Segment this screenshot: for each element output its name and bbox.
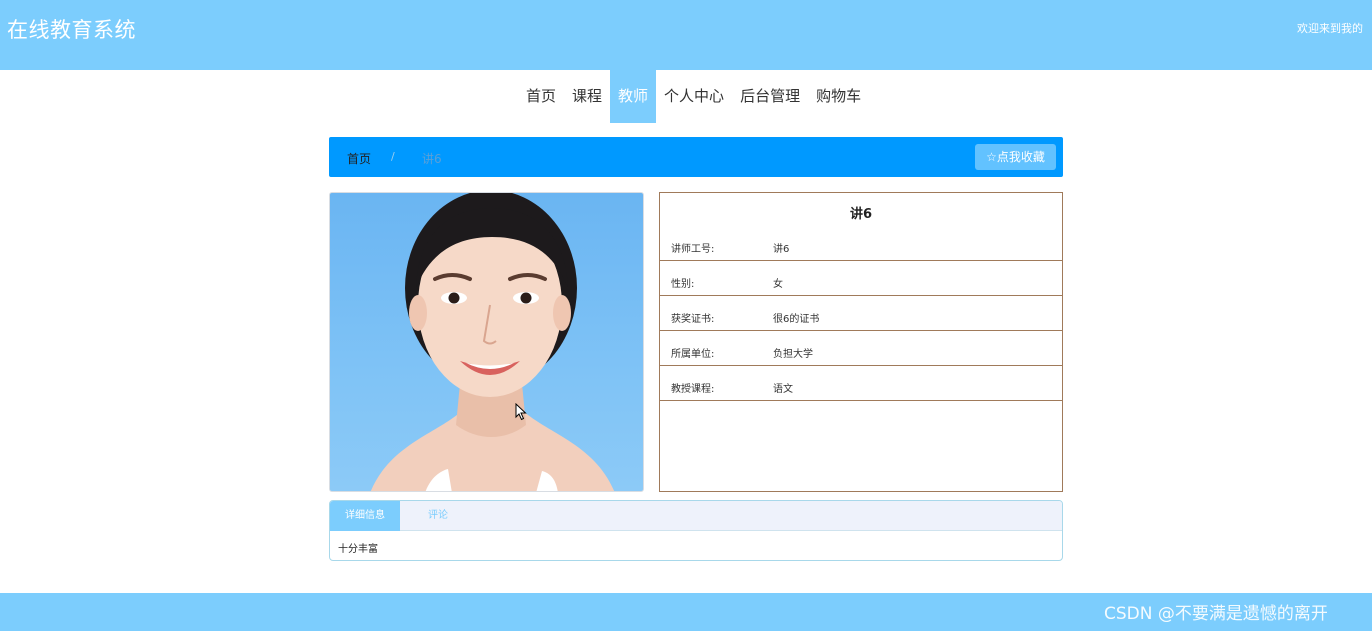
nav-item-courses[interactable]: 课程 bbox=[564, 70, 610, 123]
header: 在线教育系统 欢迎来到我的 bbox=[0, 0, 1372, 70]
main-nav: 首页 课程 教师 个人中心 后台管理 购物车 bbox=[0, 70, 1372, 123]
favorite-button[interactable]: ☆点我收藏 bbox=[975, 144, 1056, 170]
info-value: 负担大学 bbox=[773, 349, 813, 360]
nav-item-personal-center[interactable]: 个人中心 bbox=[656, 70, 732, 123]
csdn-watermark: CSDN @不要满是遗憾的离开 bbox=[1104, 604, 1328, 624]
info-label: 教授课程: bbox=[671, 384, 715, 395]
info-row-teacher-id: 讲师工号: 讲6 bbox=[660, 226, 1062, 261]
nav-item-cart[interactable]: 购物车 bbox=[808, 70, 869, 123]
footer: CSDN @不要满是遗憾的离开 bbox=[0, 593, 1372, 631]
teacher-name: 讲6 bbox=[849, 207, 873, 222]
site-title[interactable]: 在线教育系统 bbox=[7, 14, 136, 44]
tab-comments[interactable]: 评论 bbox=[408, 501, 468, 531]
tab-content-text: 十分丰富 bbox=[338, 544, 378, 555]
mouse-cursor-icon bbox=[515, 403, 527, 421]
breadcrumb: 首页 / 讲6 ☆点我收藏 bbox=[329, 137, 1063, 177]
nav-item-home[interactable]: 首页 bbox=[518, 70, 564, 123]
breadcrumb-separator: / bbox=[391, 150, 395, 163]
info-value: 讲6 bbox=[773, 244, 790, 255]
portrait-image bbox=[370, 193, 615, 491]
welcome-text: 欢迎来到我的 bbox=[1297, 22, 1363, 35]
info-value: 语文 bbox=[773, 384, 793, 395]
info-row-gender: 性别: 女 bbox=[660, 261, 1062, 296]
teacher-info-table: 讲6 讲师工号: 讲6 性别: 女 获奖证书: 很6的证书 所属单位: 负担大学… bbox=[659, 192, 1063, 492]
teacher-photo bbox=[329, 192, 644, 492]
info-label: 讲师工号: bbox=[671, 244, 715, 255]
nav-menu: 首页 课程 教师 个人中心 后台管理 购物车 bbox=[518, 70, 869, 123]
info-value: 女 bbox=[773, 279, 783, 290]
info-row-course: 教授课程: 语文 bbox=[660, 366, 1062, 401]
tab-header: 详细信息 评论 bbox=[330, 501, 1062, 531]
info-label: 性别: bbox=[671, 279, 695, 290]
info-row-organization: 所属单位: 负担大学 bbox=[660, 331, 1062, 366]
breadcrumb-current: 讲6 bbox=[422, 152, 442, 166]
info-label: 获奖证书: bbox=[671, 314, 715, 325]
nav-item-admin[interactable]: 后台管理 bbox=[732, 70, 808, 123]
nav-item-teachers[interactable]: 教师 bbox=[610, 70, 657, 123]
info-row-certificate: 获奖证书: 很6的证书 bbox=[660, 296, 1062, 331]
breadcrumb-home-link[interactable]: 首页 bbox=[347, 150, 371, 167]
tab-details[interactable]: 详细信息 bbox=[330, 501, 400, 531]
detail-tabs: 详细信息 评论 十分丰富 bbox=[329, 500, 1063, 561]
info-value: 很6的证书 bbox=[773, 314, 820, 325]
info-label: 所属单位: bbox=[671, 349, 715, 360]
